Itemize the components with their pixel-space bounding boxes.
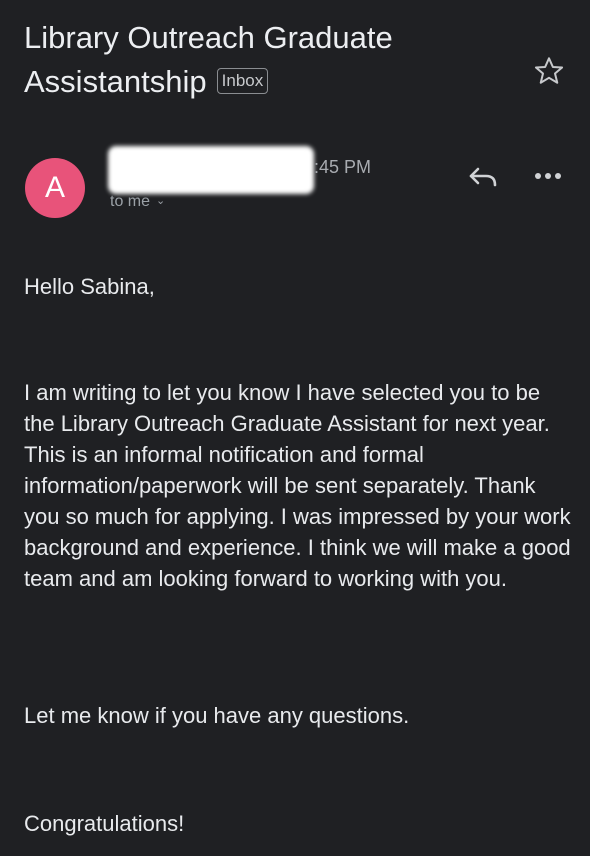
- email-greeting: Hello Sabina,: [24, 274, 155, 299]
- star-icon[interactable]: [532, 55, 566, 87]
- more-horizontal-icon[interactable]: [532, 168, 564, 184]
- sender-avatar[interactable]: A: [25, 158, 85, 218]
- recipient-details-toggle[interactable]: to me ⌄: [110, 190, 165, 213]
- email-time: :45 PM: [314, 157, 372, 177]
- email-subject-text: Library Outreach Graduate Assistantship: [24, 20, 393, 99]
- email-paragraph-1: I am writing to let you know I have sele…: [24, 380, 571, 591]
- inbox-label-chip[interactable]: Inbox: [216, 68, 269, 94]
- email-paragraph-2: Let me know if you have any questions.: [24, 703, 410, 728]
- chevron-down-icon: ⌄: [156, 195, 166, 207]
- recipient-text: to me: [110, 193, 151, 210]
- email-header: Library Outreach Graduate Assistantship I…: [24, 16, 504, 104]
- sender-name-redacted: [108, 146, 314, 194]
- reply-icon[interactable]: [466, 163, 500, 191]
- email-subject: Library Outreach Graduate Assistantship I…: [24, 16, 504, 104]
- email-closing: Congratulations!: [24, 811, 185, 836]
